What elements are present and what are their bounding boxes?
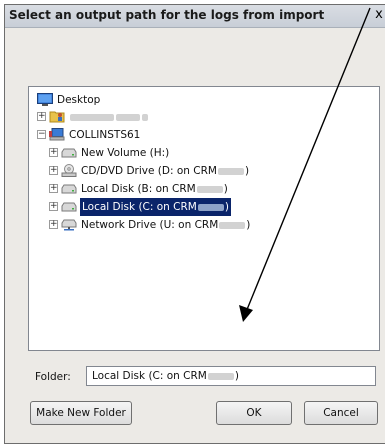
expand-icon[interactable]: + xyxy=(49,202,58,211)
tree-item-label xyxy=(69,108,149,126)
folder-tree[interactable]: Desktop + − COLLINSTS61 + New Volume (H:… xyxy=(28,86,380,351)
desktop-icon xyxy=(37,93,53,106)
folder-field[interactable]: Local Disk (C: on CRM) xyxy=(86,366,376,386)
tree-item-label: Network Drive (U: on CRM) xyxy=(81,216,250,234)
collapse-icon[interactable]: − xyxy=(37,130,46,139)
expand-icon[interactable]: + xyxy=(49,166,58,175)
expand-icon[interactable]: + xyxy=(49,220,58,229)
redacted-text xyxy=(142,113,148,121)
drive-icon xyxy=(61,202,77,212)
tree-item-label: New Volume (H:) xyxy=(81,147,170,159)
expand-icon[interactable]: + xyxy=(37,112,46,121)
redacted-text xyxy=(217,167,244,175)
cd-drive-icon xyxy=(61,164,77,177)
tree-item-label: CD/DVD Drive (D: on CRM) xyxy=(81,162,249,180)
redacted-text xyxy=(70,113,114,121)
expand-icon[interactable]: + xyxy=(49,184,58,193)
folder-value-prefix: Local Disk (C: on CRM xyxy=(92,370,207,382)
label-suffix: ) xyxy=(246,219,251,231)
dialog-title: Select an output path for the logs from … xyxy=(9,8,325,22)
label-prefix: Local Disk (B: on CRM xyxy=(81,183,196,195)
redacted-text xyxy=(219,221,246,229)
redacted-text xyxy=(197,203,224,211)
tree-item-label: Local Disk (B: on CRM) xyxy=(81,180,228,198)
computer-icon xyxy=(49,128,65,141)
label-prefix: CD/DVD Drive (D: on CRM xyxy=(81,165,217,177)
redacted-text xyxy=(116,113,140,121)
network-drive-icon xyxy=(61,219,77,231)
ok-button[interactable]: OK xyxy=(216,401,292,425)
title-bar[interactable]: Select an output path for the logs from … xyxy=(5,5,385,28)
close-button[interactable]: x xyxy=(371,7,385,23)
drive-icon xyxy=(61,148,77,158)
label-suffix: ) xyxy=(244,165,250,177)
cancel-button[interactable]: Cancel xyxy=(304,401,378,425)
label-prefix: Local Disk (C: on CRM xyxy=(82,201,197,213)
label-prefix: Network Drive (U: on CRM xyxy=(81,219,219,231)
tree-item-label-selected: Local Disk (C: on CRM) xyxy=(79,197,232,217)
redacted-text xyxy=(196,185,223,193)
expand-icon[interactable]: + xyxy=(49,148,58,157)
redacted-text xyxy=(207,372,234,380)
label-suffix: ) xyxy=(223,183,228,195)
tree-item-label: COLLINSTS61 xyxy=(69,129,141,141)
tree-item-label: Desktop xyxy=(57,94,101,106)
make-new-folder-button[interactable]: Make New Folder xyxy=(30,401,132,425)
drive-icon xyxy=(61,184,77,194)
folder-value-suffix: ) xyxy=(234,370,239,382)
folder-label: Folder: xyxy=(35,371,71,383)
user-folder-icon xyxy=(49,111,65,123)
label-suffix: ) xyxy=(224,201,229,213)
